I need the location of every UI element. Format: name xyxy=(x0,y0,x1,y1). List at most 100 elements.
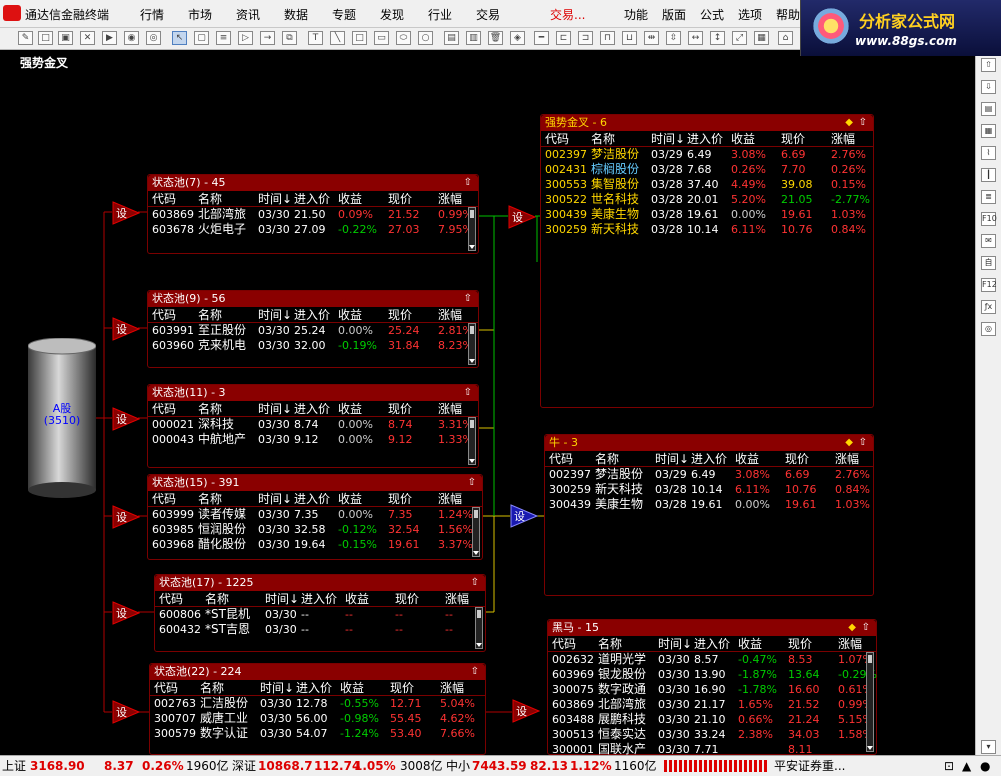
table-row[interactable]: 603488 展鹏科技 03/30 21.10 0.66% 21.24 5.15% xyxy=(548,712,876,727)
set-button-pool-9[interactable]: 设 xyxy=(112,317,140,341)
ellipse-tool-icon[interactable]: ⬭ xyxy=(396,31,411,45)
collapse-icon[interactable]: ⇧ xyxy=(859,115,867,131)
new-icon[interactable]: □ xyxy=(38,31,53,45)
vertical-scrollbar[interactable] xyxy=(468,417,476,465)
table-row[interactable]: 002763 汇洁股份 03/30 12.78 -0.55% 12.71 5.04% xyxy=(150,696,485,711)
table-row[interactable]: 300259 新天科技 03/28 10.14 6.11% 10.76 0.84% xyxy=(541,222,873,237)
col-price[interactable]: 现价 xyxy=(390,680,414,696)
col-code[interactable]: 代码 xyxy=(549,451,573,467)
col-profit[interactable]: 收益 xyxy=(735,451,759,467)
col-entry-price[interactable]: 进入价 xyxy=(691,451,727,467)
diamond-icon[interactable]: ◆ xyxy=(845,435,853,451)
col-entry-price[interactable]: 进入价 xyxy=(294,307,330,323)
table-row[interactable]: 603999 读者传媒 03/30 7.35 0.00% 7.35 1.24% xyxy=(148,507,482,522)
table-row[interactable]: 300513 恒泰实达 03/30 33.24 2.38% 34.03 1.58% xyxy=(548,727,876,742)
table-row[interactable]: 002397 梦洁股份 03/29 6.49 3.08% 6.69 2.76% xyxy=(545,467,873,482)
col-code[interactable]: 代码 xyxy=(152,191,176,207)
text-tool-icon[interactable]: T xyxy=(308,31,323,45)
col-entry-price[interactable]: 进入价 xyxy=(294,191,330,207)
set-button-pool-15[interactable]: 设 xyxy=(112,505,140,529)
set-button-dark-horse[interactable]: 设 xyxy=(512,699,540,723)
vertical-scrollbar[interactable] xyxy=(468,323,476,365)
col-price[interactable]: 现价 xyxy=(781,131,805,147)
col-entry-price[interactable]: 进入价 xyxy=(296,680,332,696)
table-row[interactable]: 603869 北部湾旅 03/30 21.50 0.09% 21.52 0.99% xyxy=(148,207,478,222)
line-width-icon[interactable]: ━ xyxy=(534,31,549,45)
table-row[interactable]: 300579 数字认证 03/30 54.07 -1.24% 53.40 7.66% xyxy=(150,726,485,741)
col-time[interactable]: 时间↓ xyxy=(258,191,292,207)
align-top-icon[interactable]: ⊓ xyxy=(600,31,615,45)
delete-icon[interactable]: ✕ xyxy=(80,31,95,45)
table-row[interactable]: 000021 深科技 03/30 8.74 0.00% 8.74 3.31% xyxy=(148,417,478,432)
table-row[interactable]: 603991 至正股份 03/30 25.24 0.00% 25.24 2.81% xyxy=(148,323,478,338)
col-name[interactable]: 名称 xyxy=(595,451,619,467)
col-name[interactable]: 名称 xyxy=(598,636,622,652)
col-code[interactable]: 代码 xyxy=(159,591,183,607)
set-button-strong-cross[interactable]: 设 xyxy=(508,205,536,229)
col-price[interactable]: 现价 xyxy=(388,307,412,323)
table-row[interactable]: 603678 火炬电子 03/30 27.09 -0.22% 27.03 7.95% xyxy=(148,222,478,237)
zx-label[interactable]: 中小 xyxy=(446,756,470,776)
col-price[interactable]: 现价 xyxy=(788,636,812,652)
col-profit[interactable]: 收益 xyxy=(338,307,362,323)
table-row[interactable]: 002632 道明光学 03/30 8.57 -0.47% 8.53 1.07% xyxy=(548,652,876,667)
edit-icon[interactable]: ✎ xyxy=(18,31,33,45)
circle-tool-icon[interactable]: ○ xyxy=(418,31,433,45)
vertical-scrollbar[interactable] xyxy=(866,652,874,752)
list-icon[interactable]: ≣ xyxy=(981,190,996,204)
table-row[interactable]: 600806 *ST昆机 03/30 -- -- -- -- xyxy=(155,607,485,622)
f10-icon[interactable]: F10 xyxy=(981,212,997,226)
scroll-up-icon[interactable]: ⇧ xyxy=(981,58,996,72)
distribute-v-icon[interactable]: ⇳ xyxy=(666,31,681,45)
col-entry-price[interactable]: 进入价 xyxy=(687,131,723,147)
a-share-source-node[interactable]: A股 (3510) xyxy=(28,338,96,498)
front-icon[interactable]: ▤ xyxy=(444,31,459,45)
alarm-icon[interactable]: ● xyxy=(980,756,990,776)
table-row[interactable]: 600432 *ST吉恩 03/30 -- -- -- -- xyxy=(155,622,485,637)
save-icon[interactable]: ▣ xyxy=(58,31,73,45)
col-profit[interactable]: 收益 xyxy=(340,680,364,696)
collapse-icon[interactable]: ⇧ xyxy=(471,575,479,591)
col-change[interactable]: 涨幅 xyxy=(445,591,469,607)
col-price[interactable]: 现价 xyxy=(785,451,809,467)
menu-options[interactable]: 选项 xyxy=(738,6,762,23)
menu-news[interactable]: 资讯 xyxy=(236,6,260,23)
col-name[interactable]: 名称 xyxy=(198,491,222,507)
sh-label[interactable]: 上证 xyxy=(2,756,26,776)
col-time[interactable]: 时间↓ xyxy=(260,680,294,696)
table-row[interactable]: 300439 美康生物 03/28 19.61 0.00% 19.61 1.03% xyxy=(545,497,873,512)
align-left-icon[interactable]: ⊏ xyxy=(556,31,571,45)
run-icon[interactable]: ▶ xyxy=(102,31,117,45)
col-change[interactable]: 涨幅 xyxy=(838,636,862,652)
col-entry-price[interactable]: 进入价 xyxy=(294,491,330,507)
table-row[interactable]: 603869 北部湾旅 03/30 21.17 1.65% 21.52 0.99% xyxy=(548,697,876,712)
col-time[interactable]: 时间↓ xyxy=(655,451,689,467)
vertical-scrollbar[interactable] xyxy=(475,607,483,649)
self-select-icon[interactable]: 自 xyxy=(981,256,996,270)
set-button-pool-11[interactable]: 设 xyxy=(112,407,140,431)
col-time[interactable]: 时间↓ xyxy=(658,636,692,652)
col-name[interactable]: 名称 xyxy=(198,307,222,323)
arrow-tool-icon[interactable]: → xyxy=(260,31,275,45)
line-chart-icon[interactable]: ⌇ xyxy=(981,146,996,160)
fill-icon[interactable]: ◈ xyxy=(510,31,525,45)
col-name[interactable]: 名称 xyxy=(591,131,615,147)
menu-trade[interactable]: 交易 xyxy=(476,6,500,23)
col-profit[interactable]: 收益 xyxy=(338,401,362,417)
set-button-bull[interactable]: 设 xyxy=(510,504,538,528)
col-code[interactable]: 代码 xyxy=(552,636,576,652)
f12-icon[interactable]: F12 xyxy=(981,278,997,292)
collapse-icon[interactable]: ⇧ xyxy=(862,620,870,636)
table-row[interactable]: 002397 梦洁股份 03/29 6.49 3.08% 6.69 2.76% xyxy=(541,147,873,162)
col-change[interactable]: 涨幅 xyxy=(438,401,462,417)
set-button-pool-17[interactable]: 设 xyxy=(112,601,140,625)
set-button-pool-22[interactable]: 设 xyxy=(112,700,140,724)
kline-icon[interactable]: ┃ xyxy=(981,168,996,182)
sz-label[interactable]: 深证 xyxy=(232,756,256,776)
menu-market[interactable]: 市场 xyxy=(188,6,212,23)
same-width-icon[interactable]: ↔ xyxy=(688,31,703,45)
col-name[interactable]: 名称 xyxy=(205,591,229,607)
col-change[interactable]: 涨幅 xyxy=(438,491,462,507)
col-entry-price[interactable]: 进入价 xyxy=(294,401,330,417)
list-tool-icon[interactable]: ≡ xyxy=(216,31,231,45)
